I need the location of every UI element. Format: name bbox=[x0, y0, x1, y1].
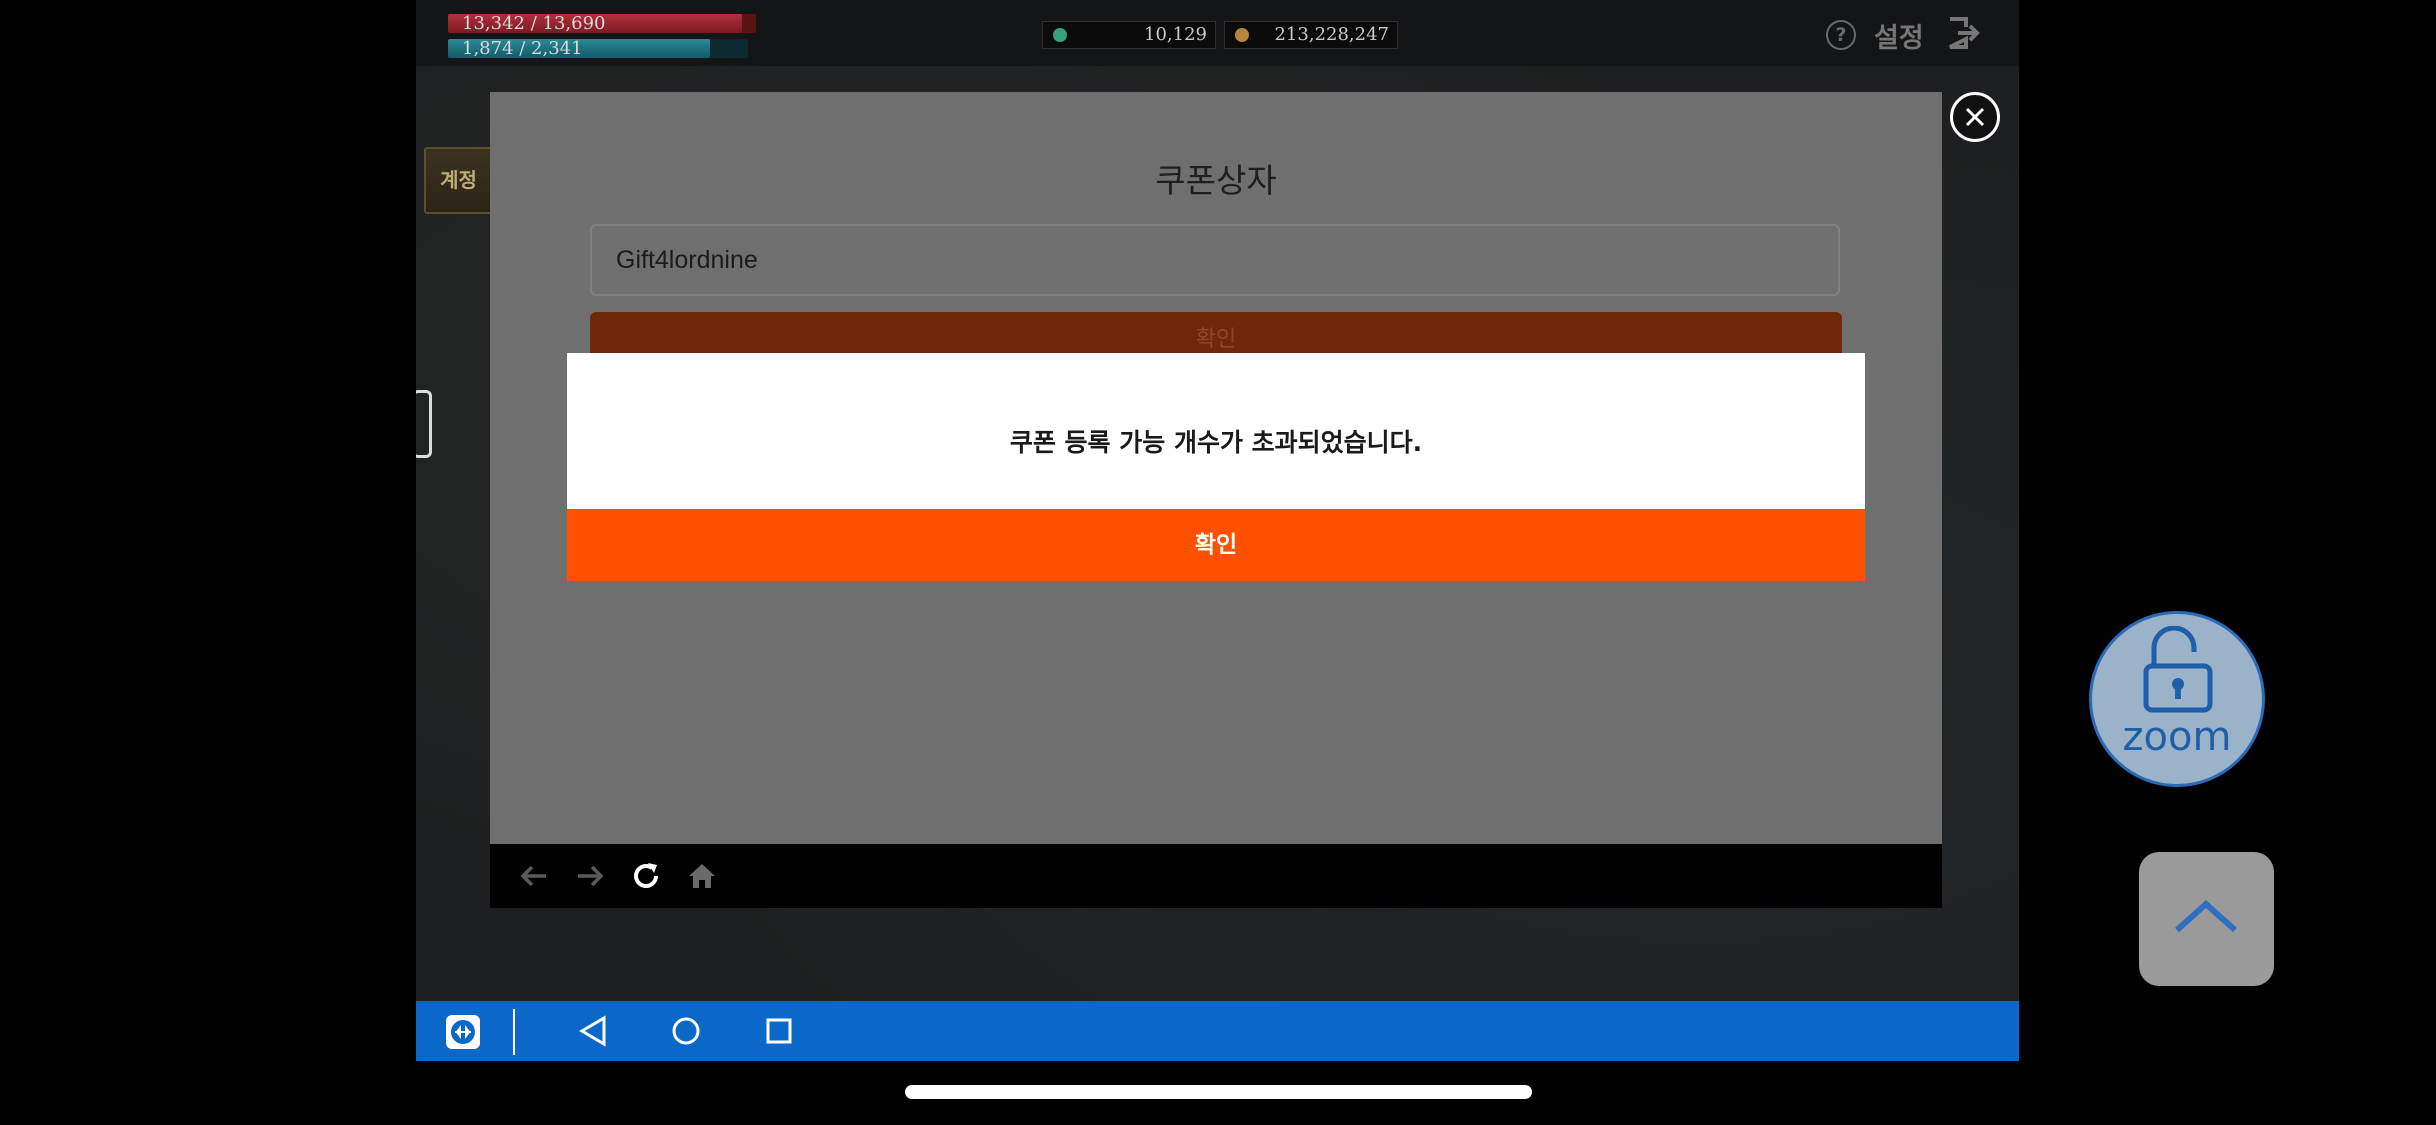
side-drawer-handle[interactable] bbox=[416, 390, 432, 458]
close-button[interactable] bbox=[1950, 92, 2000, 142]
back-triangle-icon[interactable] bbox=[578, 1015, 608, 1051]
hp-value: 13,342 / 13,690 bbox=[462, 13, 606, 34]
back-arrow-icon[interactable] bbox=[518, 860, 550, 896]
recents-square-icon[interactable] bbox=[765, 1017, 793, 1049]
home-circle-icon[interactable] bbox=[671, 1016, 701, 1050]
forward-arrow-icon[interactable] bbox=[574, 860, 606, 896]
webview-nav-bar bbox=[490, 844, 1942, 908]
gold-counter: 213,228,247 bbox=[1224, 21, 1398, 49]
zoom-label: zoom bbox=[2122, 714, 2232, 760]
teamviewer-icon[interactable] bbox=[446, 1015, 480, 1049]
alert-dialog: 쿠폰 등록 가능 개수가 초과되었습니다. bbox=[567, 353, 1865, 509]
scroll-up-button[interactable] bbox=[2139, 852, 2274, 986]
gem-icon bbox=[1053, 28, 1067, 42]
mp-value: 1,874 / 2,341 bbox=[462, 38, 583, 59]
close-icon bbox=[1965, 107, 1985, 127]
alert-message: 쿠폰 등록 가능 개수가 초과되었습니다. bbox=[1009, 428, 1423, 457]
nav-divider bbox=[513, 1009, 515, 1055]
gold-coin-icon bbox=[1235, 28, 1249, 42]
gem-counter: 10,129 bbox=[1042, 21, 1216, 49]
settings-button[interactable]: 설정 bbox=[1874, 16, 1924, 55]
gold-count: 213,228,247 bbox=[1274, 24, 1389, 45]
unlock-icon bbox=[2143, 626, 2213, 713]
zoom-lock-button[interactable]: zoom bbox=[2089, 611, 2265, 787]
home-indicator[interactable] bbox=[905, 1085, 1532, 1099]
coupon-title: 쿠폰상자 bbox=[1155, 161, 1277, 200]
account-tab[interactable]: 계정 bbox=[424, 147, 493, 214]
logout-icon[interactable] bbox=[1946, 16, 1980, 54]
gem-count: 10,129 bbox=[1144, 24, 1207, 45]
android-nav-bar bbox=[416, 1001, 2019, 1061]
coupon-code-input[interactable]: Gift4lordnine bbox=[590, 224, 1840, 296]
chevron-up-icon bbox=[2174, 899, 2238, 933]
help-icon[interactable]: ? bbox=[1826, 20, 1856, 50]
alert-confirm-button[interactable]: 확인 bbox=[567, 509, 1865, 581]
refresh-icon[interactable] bbox=[630, 860, 662, 896]
home-icon[interactable] bbox=[686, 860, 718, 896]
